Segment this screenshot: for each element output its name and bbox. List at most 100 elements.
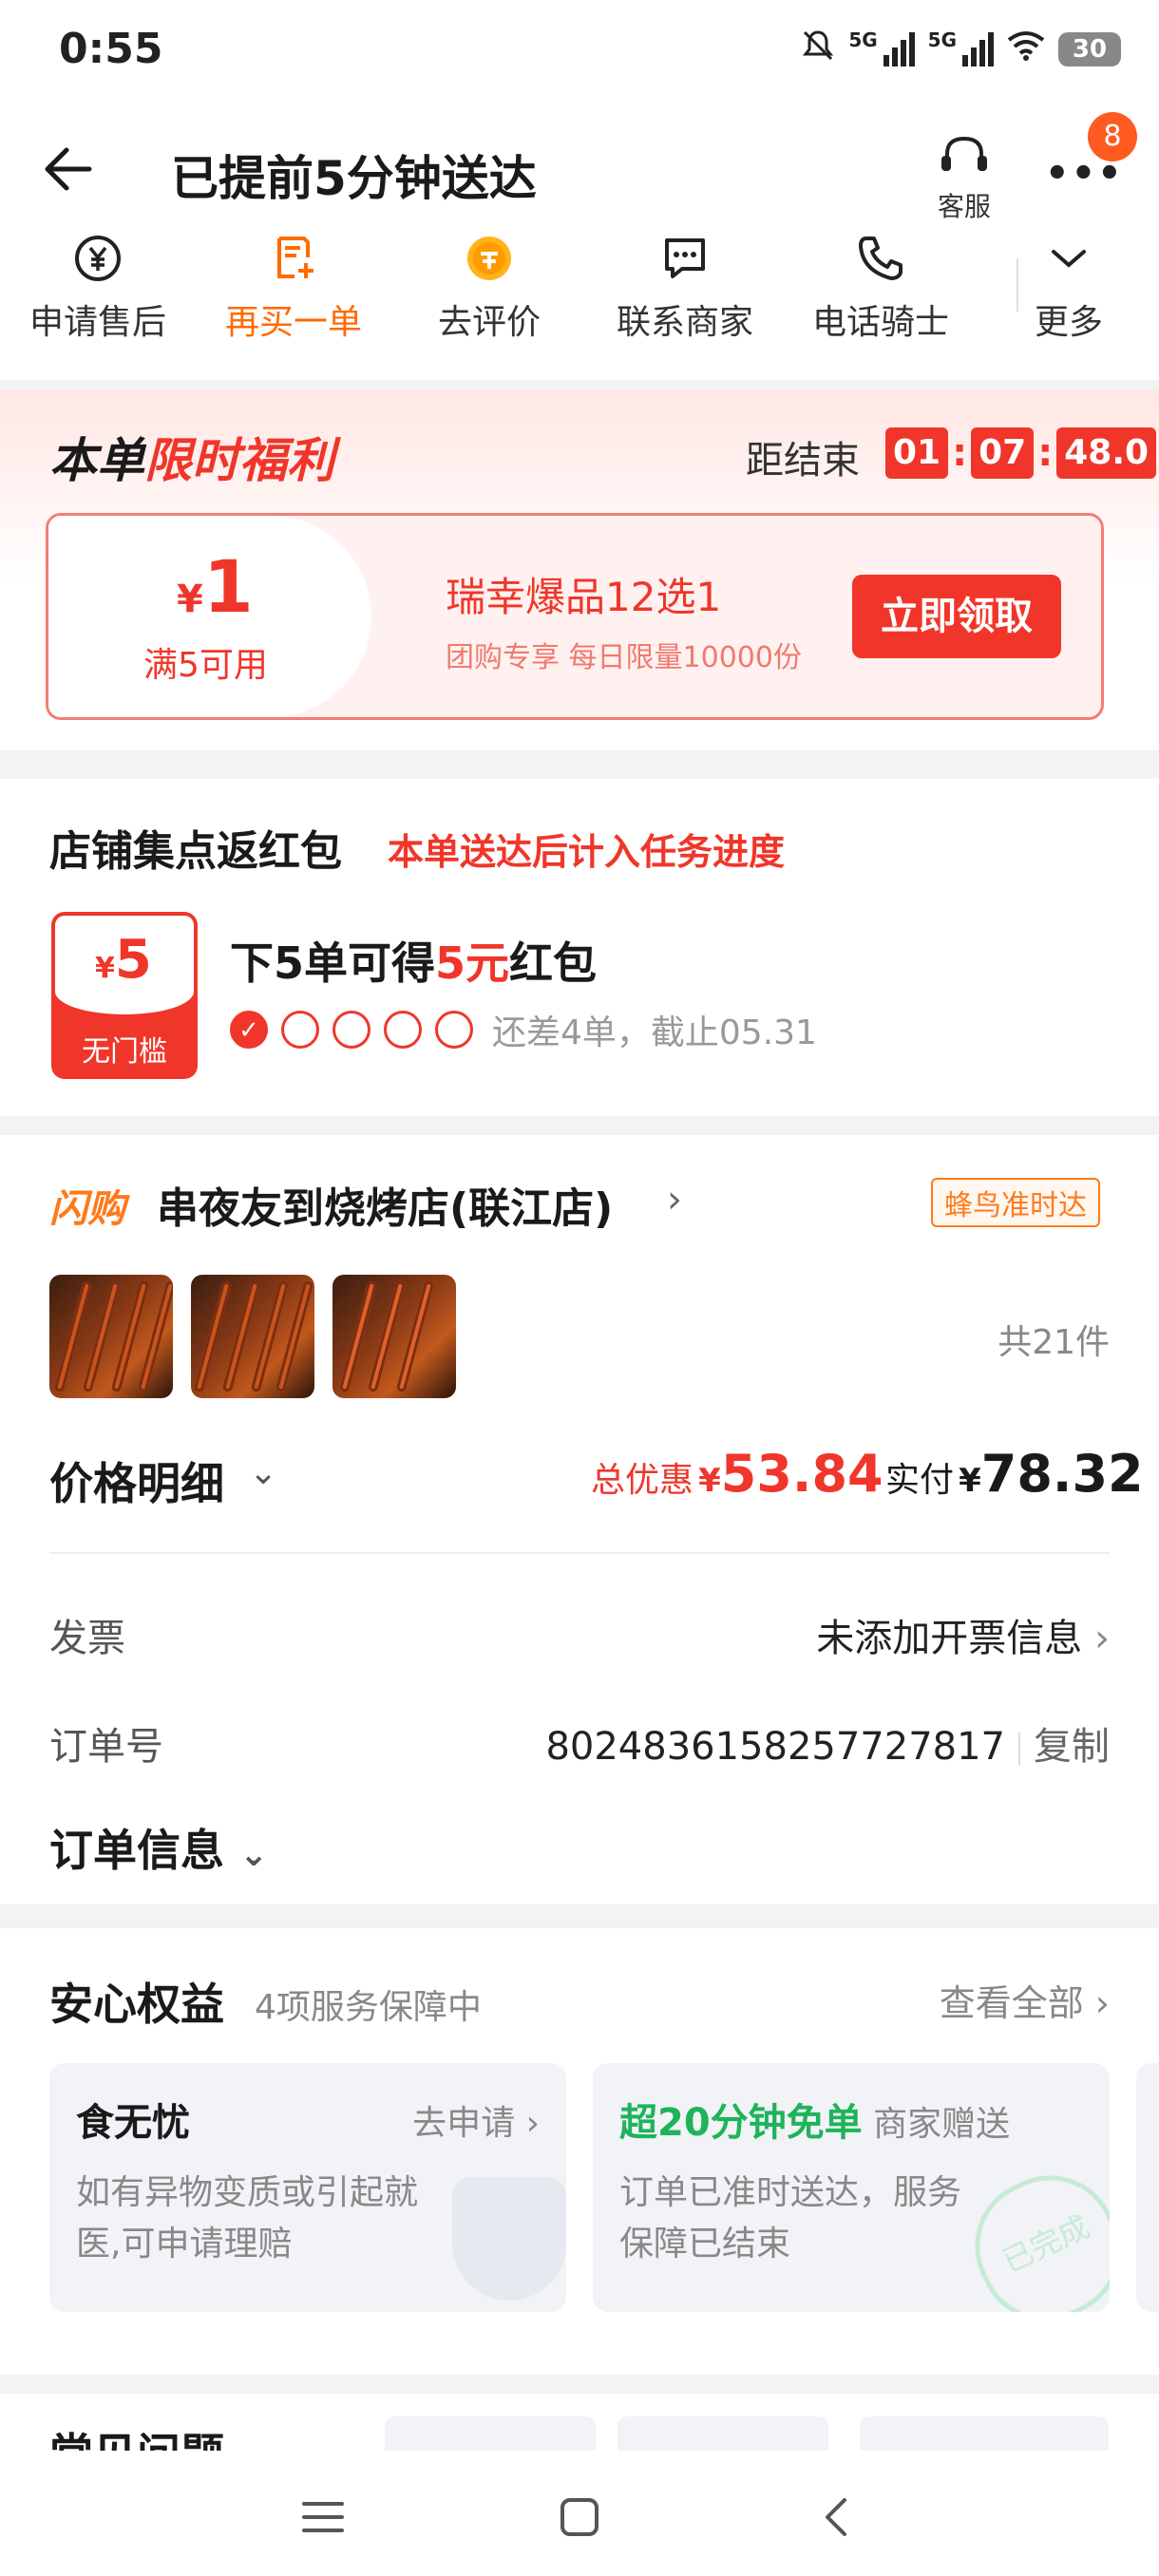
faq-chip[interactable]: [618, 2416, 828, 2451]
amount-paid: 实付 ¥78.32: [885, 1444, 1144, 1504]
chevron-down-icon: ⌄: [239, 1835, 269, 1874]
chevron-down-icon: [978, 228, 1159, 289]
benefit-description: 如有异物变质或引起就医,可申请理赔: [76, 2173, 419, 2263]
coupon-amount: ¥1: [177, 544, 254, 629]
apply-aftersale-label: 申请售后: [28, 303, 166, 342]
points-progress: ✓ 还差4单，截止05.31: [230, 1005, 817, 1054]
late-free-order-card[interactable]: 超20分钟免单 商家赠送 订单已准时送达，服务保障已结束 已完成: [593, 2063, 1110, 2312]
ontime-delivery-badge: 蜂鸟准时达: [931, 1178, 1100, 1227]
progress-dot: [435, 1011, 473, 1049]
order-number-row: 8024836158257727817 复制: [545, 1715, 1110, 1771]
page-title: 已提前5分钟送达: [171, 151, 537, 206]
customer-service-label: 客服: [937, 191, 991, 222]
countdown-hours: 01: [885, 427, 949, 479]
faq-card: 常见问题: [0, 2394, 1159, 2451]
progress-dot-checked-icon: ✓: [230, 1011, 268, 1049]
countdown-label: 距结束: [746, 439, 860, 483]
order-number: 8024836158257727817: [545, 1725, 1005, 1769]
shop-name-link[interactable]: 串夜友到烧烤店(联江店): [157, 1174, 613, 1235]
faq-title: 常见问题: [49, 2420, 224, 2451]
invoice-value[interactable]: 未添加开票信息 ›: [816, 1607, 1110, 1662]
order-number-label: 订单号: [49, 1725, 163, 1769]
headset-icon: [936, 136, 993, 182]
chevron-right-icon: ›: [1094, 1617, 1110, 1660]
contact-merchant-label: 联系商家: [616, 303, 753, 342]
more-actions-label: 更多: [1034, 303, 1103, 342]
more-actions-button[interactable]: 更多: [978, 228, 1159, 361]
total-discount: 总优惠 ¥53.84: [591, 1444, 884, 1504]
battery-icon: 30: [1058, 32, 1121, 66]
status-time: 0:55: [59, 25, 163, 73]
limited-offer-title: 本单限时福利: [49, 433, 334, 488]
progress-dot: [332, 1011, 370, 1049]
price-detail-toggle[interactable]: 价格明细: [49, 1449, 224, 1512]
guarantee-subtitle: 4项服务保障中: [255, 1988, 482, 2027]
back-icon[interactable]: [38, 141, 95, 198]
shield-check-icon: [452, 2177, 566, 2301]
points-title: 店铺集点返红包: [49, 827, 342, 876]
countdown-timer: 01 : 07 : 48.0: [885, 427, 1157, 479]
progress-text: 还差4单，截止05.31: [492, 1013, 817, 1052]
call-rider-button[interactable]: 电话骑士: [783, 228, 978, 361]
faq-chip[interactable]: [860, 2416, 1109, 2451]
signal-icon: [962, 32, 994, 66]
points-goal: 下5单可得5元红包: [230, 938, 598, 989]
progress-dot: [384, 1011, 422, 1049]
review-label: 去评价: [437, 303, 541, 342]
divider: [49, 1552, 1110, 1554]
chevron-right-icon: ›: [525, 2104, 540, 2143]
next-benefit-card-peek[interactable]: [1136, 2063, 1159, 2312]
home-icon[interactable]: [542, 2479, 618, 2555]
coupon-condition: 满5可用: [143, 646, 268, 685]
buy-again-button[interactable]: 再买一单: [196, 228, 391, 361]
order-shop-card: [0, 1135, 1159, 1904]
countdown-minutes: 07: [971, 427, 1035, 479]
review-button[interactable]: 去评价: [391, 228, 587, 361]
contact-merchant-button[interactable]: 联系商家: [587, 228, 783, 361]
yuan-refresh-icon: [0, 228, 196, 289]
chevron-down-icon[interactable]: ⌄: [249, 1453, 277, 1492]
message-count-badge: 8: [1088, 112, 1137, 161]
coin-review-icon: [391, 228, 587, 289]
benefit-title: 食无忧: [76, 2101, 190, 2145]
buy-again-label: 再买一单: [224, 303, 362, 342]
back-nav-icon[interactable]: [798, 2479, 874, 2555]
benefit-description: 订单已准时送达，服务保障已结束: [619, 2173, 962, 2263]
chevron-right-icon[interactable]: ›: [667, 1178, 682, 1222]
action-divider: [1016, 258, 1018, 312]
call-rider-label: 电话骑士: [811, 303, 949, 342]
order-action-row: 申请售后 再买一单 去评价 联系商家 电话骑士 更多: [0, 228, 1159, 361]
food-worry-free-card[interactable]: 食无忧 去申请 › 如有异物变质或引起就医,可申请理赔: [49, 2063, 566, 2312]
product-thumbnail[interactable]: [49, 1275, 173, 1398]
network-label-2: 5G: [927, 28, 957, 51]
countdown-seconds: 48.0: [1056, 427, 1157, 479]
customer-service-button[interactable]: 客服: [926, 133, 1002, 224]
apply-claim-link[interactable]: 去申请 ›: [412, 2095, 540, 2145]
reorder-icon: [196, 228, 391, 289]
wifi-icon: [1007, 30, 1045, 68]
invoice-label: 发票: [49, 1617, 125, 1660]
product-thumbnail[interactable]: [191, 1275, 314, 1398]
network-label-1: 5G: [848, 28, 878, 51]
phone-icon: [783, 228, 978, 289]
view-all-link[interactable]: 查看全部 ›: [940, 1974, 1110, 2026]
product-thumbnail[interactable]: [332, 1275, 456, 1398]
benefit-title: 超20分钟免单 商家赠送: [619, 2101, 1011, 2145]
apply-aftersale-button[interactable]: 申请售后: [0, 228, 196, 361]
mute-icon: [801, 28, 835, 70]
claim-coupon-button[interactable]: 立即领取: [852, 575, 1061, 658]
chat-icon: [587, 228, 783, 289]
coupon-card[interactable]: ¥1 满5可用 瑞幸爆品12选1 团购专享 每日限量10000份 立即领取: [46, 513, 1104, 720]
order-info-toggle[interactable]: 订单信息 ⌄: [49, 1816, 268, 1879]
menu-icon[interactable]: [285, 2479, 361, 2555]
signal-icon: [883, 32, 915, 66]
flash-buy-tag: 闪购: [49, 1187, 125, 1231]
red-packet-label: 无门槛: [82, 1035, 167, 1069]
copy-button[interactable]: 复制: [1034, 1725, 1110, 1769]
faq-chip[interactable]: [385, 2416, 596, 2451]
progress-dot: [281, 1011, 319, 1049]
item-count[interactable]: 共21件: [998, 1315, 1110, 1364]
status-icons: 5G 5G 30: [801, 28, 1121, 70]
guarantee-title: 安心权益: [49, 1979, 224, 2030]
points-hint: 本单送达后计入任务进度: [388, 831, 786, 873]
